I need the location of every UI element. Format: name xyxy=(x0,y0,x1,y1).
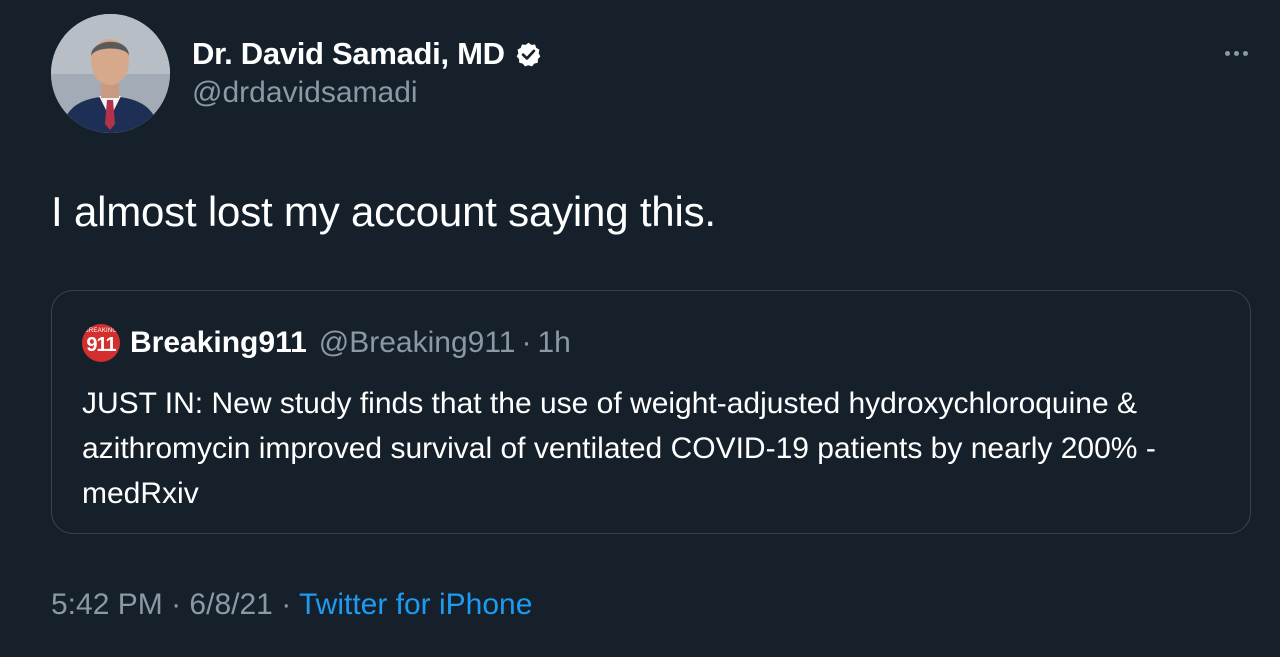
quoted-author-avatar[interactable]: BREAKING 911 xyxy=(82,324,120,362)
tweet: Dr. David Samadi, MD @drdavidsamadi I al… xyxy=(0,0,1280,657)
more-options-button[interactable] xyxy=(1218,40,1254,66)
verified-badge-icon xyxy=(515,41,542,68)
author-name[interactable]: Dr. David Samadi, MD xyxy=(192,36,505,72)
metadata-separator-2: · xyxy=(281,588,292,621)
metadata-separator: · xyxy=(171,588,182,621)
author-name-row: Dr. David Samadi, MD xyxy=(192,34,542,74)
tweet-text: I almost lost my account saying this. xyxy=(51,188,716,235)
author-photo xyxy=(51,14,170,133)
tweet-source-link[interactable]: Twitter for iPhone xyxy=(299,588,532,621)
quoted-tweet-text: JUST IN: New study finds that the use of… xyxy=(82,387,1156,510)
more-horizontal-icon-dot xyxy=(1242,50,1248,56)
quoted-author-name[interactable]: Breaking911 xyxy=(130,326,307,360)
quoted-dot-separator: · xyxy=(521,326,532,359)
more-horizontal-icon-dot xyxy=(1233,50,1239,56)
quoted-author-handle[interactable]: @Breaking911 xyxy=(319,326,516,360)
quoted-avatar-big-text: 911 xyxy=(86,334,116,356)
quoted-tweet-header: BREAKING 911 Breaking911 @Breaking911 · … xyxy=(82,323,571,363)
tweet-time[interactable]: 5:42 PM xyxy=(51,588,163,621)
author-handle[interactable]: @drdavidsamadi xyxy=(192,76,418,110)
tweet-metadata: 5:42 PM · 6/8/21 · Twitter for iPhone xyxy=(51,588,532,622)
more-horizontal-icon xyxy=(1224,50,1230,56)
author-avatar[interactable] xyxy=(51,14,170,133)
tweet-date[interactable]: 6/8/21 xyxy=(189,588,272,621)
quoted-tweet-card[interactable]: BREAKING 911 Breaking911 @Breaking911 · … xyxy=(51,290,1251,534)
quoted-timestamp[interactable]: 1h xyxy=(537,326,570,360)
